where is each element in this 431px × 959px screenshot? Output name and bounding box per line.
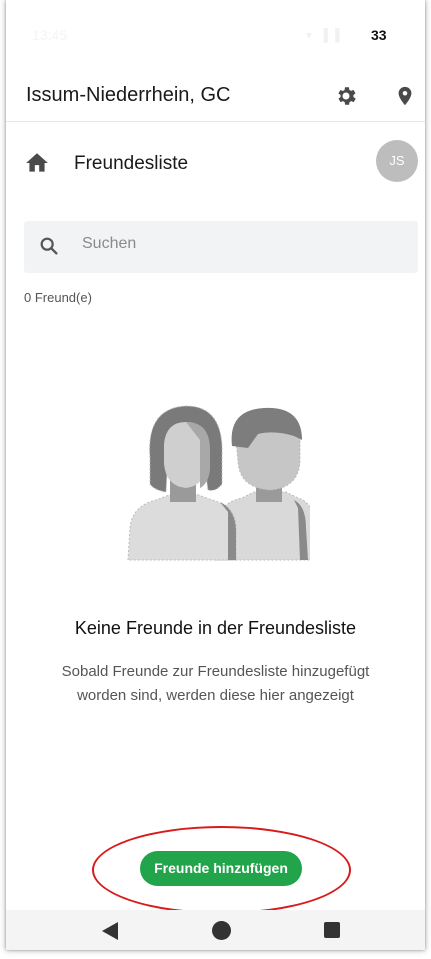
avatar[interactable]: JS <box>376 140 418 182</box>
phone-screen: 13:45 ▾ ▐ ▌ 33 Issum-Niederrhein, GC Fre… <box>6 0 425 950</box>
home-icon[interactable] <box>24 150 50 176</box>
home-circle-icon[interactable] <box>212 921 231 940</box>
app-title: Issum-Niederrhein, GC <box>26 84 231 106</box>
page-header: Freundesliste JS <box>6 140 425 188</box>
status-battery: 33 <box>371 27 387 43</box>
add-friends-button[interactable]: Freunde hinzufügen <box>140 851 302 886</box>
map-pin-icon[interactable] <box>394 84 416 108</box>
search-icon <box>40 237 58 255</box>
gear-icon[interactable] <box>334 84 358 108</box>
back-icon[interactable] <box>102 922 118 940</box>
search-placeholder: Suchen <box>82 235 137 252</box>
status-time: 13:45 <box>32 27 68 43</box>
status-signal-icon: ▾ ▐ ▌ <box>306 28 346 42</box>
friend-count: 0 Freund(e) <box>24 290 92 305</box>
people-icon <box>127 405 310 561</box>
app-bar: Issum-Niederrhein, GC <box>6 72 425 122</box>
empty-state-description: Sobald Freunde zur Freundesliste hinzuge… <box>61 663 370 704</box>
empty-state-title: Keine Freunde in der Freundesliste <box>74 618 357 638</box>
system-nav-bar <box>6 910 425 950</box>
recents-icon[interactable] <box>324 922 340 938</box>
page-title: Freundesliste <box>74 153 189 174</box>
status-bar: 13:45 ▾ ▐ ▌ 33 <box>6 0 425 72</box>
search-field[interactable]: Suchen <box>24 221 418 273</box>
